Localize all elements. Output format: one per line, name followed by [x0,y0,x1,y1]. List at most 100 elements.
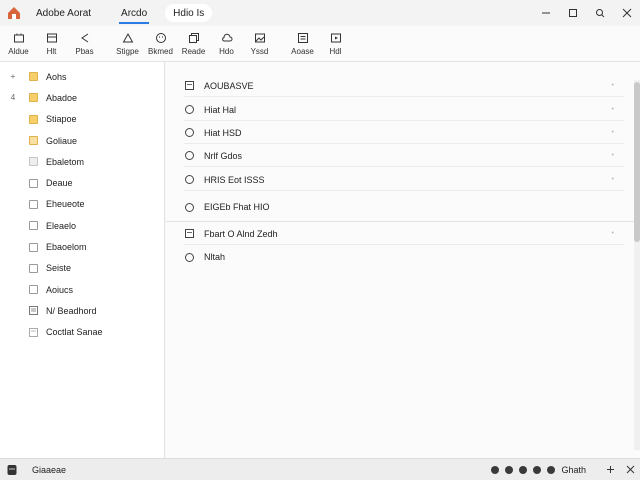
status-dot-icon[interactable] [547,465,556,474]
toolbar-button-4[interactable]: Bkmed [144,28,177,60]
more-icon[interactable]: • [612,176,614,183]
sidebar-item-9[interactable]: Seiste [0,258,164,279]
sidebar-item-11[interactable]: N/ Beadhord [0,300,164,321]
toolbar-label: Pbas [75,47,94,56]
toolbar-button-7[interactable]: Yssd [243,28,276,60]
toolbar-button-9[interactable]: Hdl [319,28,352,60]
tab-other[interactable]: Hdio Is [165,4,213,22]
back-arrow-icon [80,33,88,43]
sidebar-item-label: Ebaletom [46,156,85,167]
more-icon[interactable]: • [612,152,614,159]
scrollbar-thumb[interactable] [634,82,640,242]
radio-icon[interactable] [184,252,194,262]
toolbar: Aldue Hlt Pbas Stigpe Bkmed Reade Hdo Ys… [0,26,640,62]
sidebar-item-6[interactable]: Eheueote [0,194,164,215]
checkbox-icon[interactable] [29,242,38,252]
pin-button[interactable] [600,465,620,474]
app-title: Adobe Aorat [36,7,92,19]
sidebar-item-5[interactable]: Deaue [0,172,164,193]
expand-icon [626,465,634,474]
list-item[interactable]: EIGEb Fhat HIO [184,196,624,218]
video-icon [330,33,341,43]
list-item[interactable]: Hiat HSD • [184,122,624,144]
maximize-button[interactable] [559,0,586,26]
folder-icon [29,72,38,82]
sidebar-item-label: Coctlat Sanae [46,327,103,338]
radio-icon[interactable] [184,175,194,184]
toolbar-button-8[interactable]: Aoase [286,28,319,60]
checkbox-icon[interactable] [29,199,38,209]
sidebar-item-label: Eheueote [46,199,85,210]
list-item-label: Hiat HSD [204,127,242,138]
sidebar-item-7[interactable]: Eleaelo [0,215,164,236]
checkbox-icon[interactable] [29,263,38,273]
list-item[interactable]: Nrlf Gdos • [184,145,624,167]
sidebar-item-4[interactable]: Ebaletom [0,151,164,172]
sidebar-item-2[interactable]: Stiapoe [0,109,164,130]
doc-icon [184,81,194,90]
toolbar-button-5[interactable]: Reade [177,28,210,60]
radio-icon[interactable] [184,151,194,160]
title-bar: Adobe Aorat Arcdo Hdio Is [0,0,640,26]
more-icon[interactable]: • [612,82,614,89]
minimize-button[interactable] [532,0,559,26]
toolbar-button-0[interactable]: Aldue [2,28,35,60]
toolbar-label: Aoase [291,47,314,56]
section-divider [166,221,634,222]
radio-icon[interactable] [184,128,194,137]
checkbox-icon[interactable] [29,221,38,231]
more-icon[interactable]: • [612,129,614,136]
status-dot-icon[interactable] [519,465,528,474]
toolbar-label: Bkmed [148,47,173,56]
sidebar-item-label: Ebaoelom [46,242,87,253]
toolbar-label: Aldue [8,47,29,56]
close-button[interactable] [613,0,640,26]
list-item-label: Fbart O Alnd Zedh [204,228,278,239]
sidebar-item-10[interactable]: Aoiucs [0,279,164,300]
home-icon[interactable] [6,5,22,21]
status-dot-icon[interactable] [505,465,514,474]
search-button[interactable] [586,0,613,26]
sidebar-item-label: Seiste [46,263,72,274]
database-icon[interactable] [6,464,18,476]
sidebar-item-label: Abadoe [46,92,78,103]
radio-icon[interactable] [184,202,194,212]
list-item[interactable]: Fbart O Alnd Zedh • [184,223,624,245]
toolbar-button-2[interactable]: Pbas [68,28,101,60]
sidebar-item-label: Deaue [46,178,73,189]
status-dot-icon[interactable] [533,465,542,474]
folder-icon [29,136,38,146]
list-item[interactable]: HRIS Eot ISSS • [184,169,624,191]
sidebar-item-1[interactable]: 4 Abadoe [0,87,164,108]
list-item[interactable]: Nltah [184,246,624,268]
list-icon [297,33,308,43]
sidebar-item-12[interactable]: Coctlat Sanae [0,322,164,343]
maximize-icon [568,9,577,17]
sidebar-item-8[interactable]: Ebaoelom [0,236,164,257]
checkbox-icon[interactable] [29,178,38,188]
more-icon[interactable]: • [612,230,614,237]
sidebar-item-0[interactable]: + Aohs [0,66,164,87]
tab-active[interactable]: Arcdo [113,4,155,24]
checkbox-icon[interactable] [29,285,38,295]
radio-icon[interactable] [184,105,194,114]
list-item[interactable]: AOUBASVE • [184,75,624,97]
sidebar-item-label: Stiapoe [46,114,77,125]
toolbar-button-6[interactable]: Hdo [210,28,243,60]
status-dot-icon[interactable] [491,465,500,474]
toolbar-button-1[interactable]: Hlt [35,28,68,60]
expander-icon[interactable]: 4 [8,93,18,102]
toolbar-button-3[interactable]: Stigpe [111,28,144,60]
expander-icon[interactable]: + [8,72,18,81]
pin-icon [606,466,614,473]
list-item[interactable]: Hiat Hal • [184,99,624,121]
more-icon[interactable]: • [612,106,614,113]
checkbox-icon[interactable] [29,157,38,167]
expand-button[interactable] [620,465,640,474]
toolbar-label: Reade [181,47,206,56]
toolbar-label: Hlt [46,47,57,56]
sidebar-item-3[interactable]: Goliaue [0,130,164,151]
toolbar-label: Stigpe [116,47,139,56]
sidebar: + Aohs 4 Abadoe Stiapoe Goliaue Ebaletom… [0,62,165,458]
sidebar-item-label: Aoiucs [46,284,74,295]
